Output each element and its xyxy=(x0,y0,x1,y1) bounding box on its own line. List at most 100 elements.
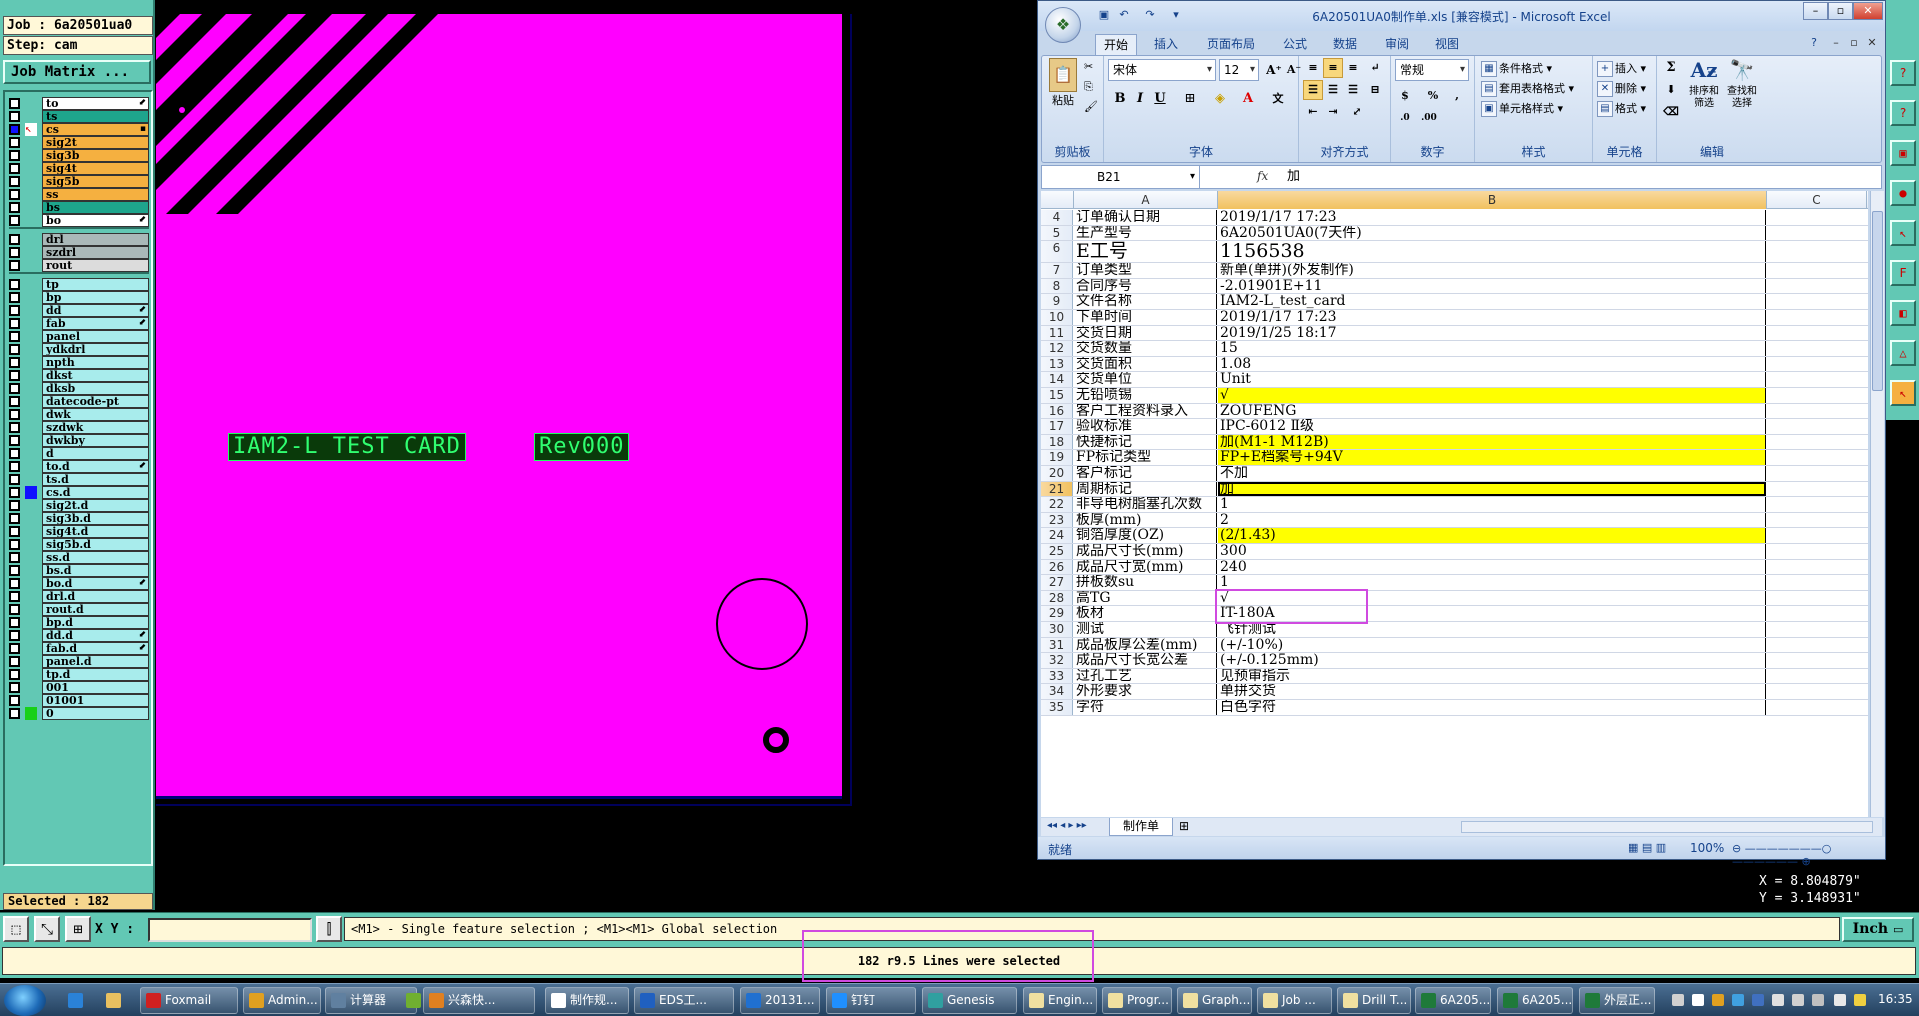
cell-a[interactable]: 交货单位 xyxy=(1074,372,1217,387)
cell-a[interactable]: 客户工程资料录入 xyxy=(1074,403,1217,419)
cell-c[interactable] xyxy=(1767,700,1867,715)
insert-cells-button[interactable]: + 插入 ▾ xyxy=(1597,60,1646,77)
cell-c[interactable] xyxy=(1767,482,1867,497)
wrap-text-icon[interactable]: ↵ xyxy=(1365,58,1385,78)
increase-indent-icon[interactable]: ⇥ xyxy=(1323,102,1343,122)
row-number[interactable]: 15 xyxy=(1041,388,1073,403)
layer-checkbox[interactable] xyxy=(9,630,20,641)
close-button[interactable]: ✕ xyxy=(1853,2,1883,20)
sheet-row[interactable]: 34 外形要求 单拼交货 xyxy=(1041,684,1868,700)
tool-circle-icon[interactable]: ● xyxy=(1890,180,1916,206)
layer-row-0[interactable]: 0 xyxy=(9,706,149,721)
cell-a[interactable]: 拼板数su xyxy=(1074,575,1217,590)
fill-color-icon[interactable]: ◈ xyxy=(1210,89,1230,109)
cell-b[interactable]: 1 xyxy=(1218,497,1766,512)
row-number[interactable]: 29 xyxy=(1041,606,1073,621)
layer-checkbox[interactable] xyxy=(9,383,20,394)
row-number[interactable]: 8 xyxy=(1041,278,1073,294)
cell-a[interactable]: 客户标记 xyxy=(1074,466,1217,481)
underline-button[interactable]: U xyxy=(1150,89,1170,109)
layer-checkbox[interactable] xyxy=(9,163,20,174)
sheet-row[interactable]: 25 成品尺寸长(mm) 300 xyxy=(1041,544,1868,560)
decrease-indent-icon[interactable]: ⇤ xyxy=(1303,102,1323,122)
row-number[interactable]: 20 xyxy=(1041,466,1073,481)
sheet-row[interactable]: 17 验收标准 IPC-6012 Ⅱ级 xyxy=(1041,419,1868,435)
cell-b[interactable]: Unit xyxy=(1218,372,1766,387)
column-header-b[interactable]: B xyxy=(1218,191,1767,209)
cell-c[interactable] xyxy=(1767,341,1867,356)
layer-checkbox[interactable] xyxy=(9,435,20,446)
tab-formulas[interactable]: 公式 xyxy=(1275,34,1315,55)
taskbar-item[interactable]: 6A205... xyxy=(1497,987,1573,1014)
row-number[interactable]: 19 xyxy=(1041,450,1073,465)
cell-c[interactable] xyxy=(1767,591,1867,606)
tool-arrow-icon[interactable]: ↖ xyxy=(1890,220,1916,246)
sheet-row[interactable]: 27 拼板数su 1 xyxy=(1041,575,1868,591)
cell-a[interactable]: 测试 xyxy=(1074,622,1217,637)
percent-icon[interactable]: % xyxy=(1423,86,1443,106)
vertical-scrollbar[interactable] xyxy=(1870,191,1884,817)
layer-checkbox[interactable] xyxy=(9,526,20,537)
name-box[interactable]: B21 xyxy=(1042,166,1200,188)
taskbar-item[interactable]: Genesis xyxy=(922,987,1017,1014)
row-number[interactable]: 31 xyxy=(1041,637,1073,653)
cell-a[interactable]: 成品板厚公差(mm) xyxy=(1074,637,1217,653)
cell-c[interactable] xyxy=(1767,466,1867,481)
sheet-row[interactable]: 8 合同序号 -2.01901E+11 xyxy=(1041,278,1868,295)
layer-checkbox[interactable] xyxy=(9,409,20,420)
layer-checkbox[interactable] xyxy=(9,124,20,135)
cell-b[interactable]: 2019/1/17 17:23 xyxy=(1218,310,1766,325)
cell-a[interactable]: 生产型号 xyxy=(1074,225,1217,241)
layer-checkbox[interactable] xyxy=(9,539,20,550)
cell-a[interactable]: FP标记类型 xyxy=(1074,450,1217,465)
sheet-row[interactable]: 23 板厚(mm) 2 xyxy=(1041,512,1868,529)
layer-checkbox[interactable] xyxy=(9,305,20,316)
layer-checkbox[interactable] xyxy=(9,604,20,615)
cell-a[interactable]: 订单类型 xyxy=(1074,263,1217,278)
tray-icon-1[interactable] xyxy=(1672,994,1684,1006)
cell-a[interactable]: 下单时间 xyxy=(1074,310,1217,325)
layer-checkbox[interactable] xyxy=(9,279,20,290)
sheet-row[interactable]: 20 客户标记 不加 xyxy=(1041,466,1868,482)
redo-icon[interactable]: ↷ xyxy=(1142,7,1158,23)
layer-checkbox[interactable] xyxy=(9,150,20,161)
row-number[interactable]: 25 xyxy=(1041,544,1073,559)
info-icon[interactable]: ⫿ xyxy=(316,916,342,942)
layer-checkbox[interactable] xyxy=(9,318,20,329)
row-number[interactable]: 33 xyxy=(1041,668,1073,684)
cell-a[interactable]: 成品尺寸长宽公差 xyxy=(1074,653,1217,668)
layer-list[interactable]: to ⬋ ts ↖ cs ▪ sig2t sig3b sig4t sig5b ss bs bo ⬋ drl s… xyxy=(3,90,153,866)
tab-data[interactable]: 数据 xyxy=(1325,34,1365,55)
layer-checkbox[interactable] xyxy=(9,331,20,342)
cell-b[interactable]: ZOUFENG xyxy=(1218,403,1766,419)
layer-checkbox[interactable] xyxy=(9,617,20,628)
sheet-grid[interactable]: A B C 4 订单确认日期 2019/1/17 17:23 5 生产型号 6A20501… xyxy=(1041,191,1868,817)
layer-checkbox[interactable] xyxy=(9,656,20,667)
sheet-row[interactable]: 9 文件名称 IAM2-L_test_card xyxy=(1041,294,1868,310)
row-number[interactable]: 4 xyxy=(1041,210,1073,225)
sheet-row[interactable]: 11 交货日期 2019/1/25 18:17 xyxy=(1041,325,1868,342)
cell-b[interactable]: 1.08 xyxy=(1218,356,1766,372)
align-left-icon[interactable]: ☰ xyxy=(1303,80,1323,100)
cell-b[interactable]: 不加 xyxy=(1218,466,1766,481)
cell-a[interactable]: 文件名称 xyxy=(1074,294,1217,309)
cell-a[interactable]: 成品尺寸宽(mm) xyxy=(1074,559,1217,575)
sheet-row[interactable]: 12 交货数量 15 xyxy=(1041,341,1868,357)
row-number[interactable]: 28 xyxy=(1041,590,1073,606)
layer-checkbox[interactable] xyxy=(9,396,20,407)
scroll-thumb[interactable] xyxy=(1872,211,1883,391)
undo-icon[interactable]: ↶ xyxy=(1116,7,1132,23)
font-color-icon[interactable]: A xyxy=(1238,89,1258,109)
cell-a[interactable]: 高TG xyxy=(1074,590,1217,606)
row-number[interactable]: 14 xyxy=(1041,372,1073,387)
fx-icon[interactable]: fx xyxy=(1257,169,1268,183)
cell-b[interactable]: IAM2-L_test_card xyxy=(1218,294,1766,309)
cell-a[interactable]: 非导电树脂塞孔次数 xyxy=(1074,497,1217,512)
cell-c[interactable] xyxy=(1767,435,1867,450)
cell-c[interactable] xyxy=(1767,669,1867,684)
cell-b[interactable]: 2 xyxy=(1218,512,1766,528)
units-button[interactable]: Inch ▭ xyxy=(1842,917,1914,942)
row-number[interactable]: 35 xyxy=(1041,700,1073,715)
taskbar-item[interactable]: 兴森快... xyxy=(423,987,535,1014)
cell-a[interactable]: 无铅喷锡 xyxy=(1074,388,1217,403)
